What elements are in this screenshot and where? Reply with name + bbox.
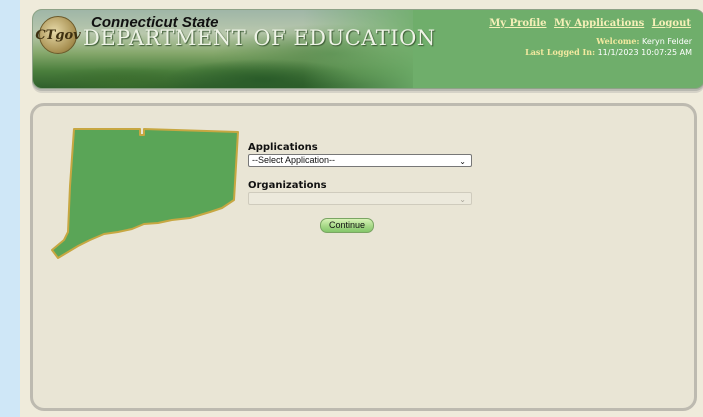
logout-link[interactable]: Logout <box>652 18 691 29</box>
welcome-name: Keryn Felder <box>641 37 692 46</box>
chevron-down-icon: ⌄ <box>459 195 466 204</box>
connecticut-map-icon <box>51 128 239 259</box>
top-nav: My Profile My Applications Logout <box>485 18 691 29</box>
last-logged-value: 11/1/2023 10:07:25 AM <box>597 48 692 57</box>
department-title: DEPARTMENT OF EDUCATION <box>83 26 436 50</box>
applications-select[interactable]: --Select Application-- ⌄ <box>248 154 472 167</box>
continue-button[interactable]: Continue <box>320 218 374 233</box>
applications-label: Applications <box>248 142 318 153</box>
application-form: Applications --Select Application-- ⌄ Or… <box>248 142 478 205</box>
site-header: CTgov Connecticut State DEPARTMENT OF ED… <box>32 9 703 89</box>
welcome-label: Welcome: <box>596 36 640 46</box>
last-logged-label: Last Logged In: <box>525 47 596 57</box>
organizations-label: Organizations <box>248 180 327 191</box>
ct-gov-logo[interactable]: CTgov <box>35 16 81 54</box>
my-applications-link[interactable]: My Applications <box>554 18 644 29</box>
chevron-down-icon: ⌄ <box>459 157 466 166</box>
welcome-row: Welcome: Keryn Felder <box>596 36 692 46</box>
my-profile-link[interactable]: My Profile <box>489 18 546 29</box>
last-logged-row: Last Logged In: 11/1/2023 10:07:25 AM <box>525 47 692 57</box>
applications-select-value: --Select Application-- <box>252 155 336 165</box>
organizations-select[interactable]: ⌄ <box>248 192 472 205</box>
